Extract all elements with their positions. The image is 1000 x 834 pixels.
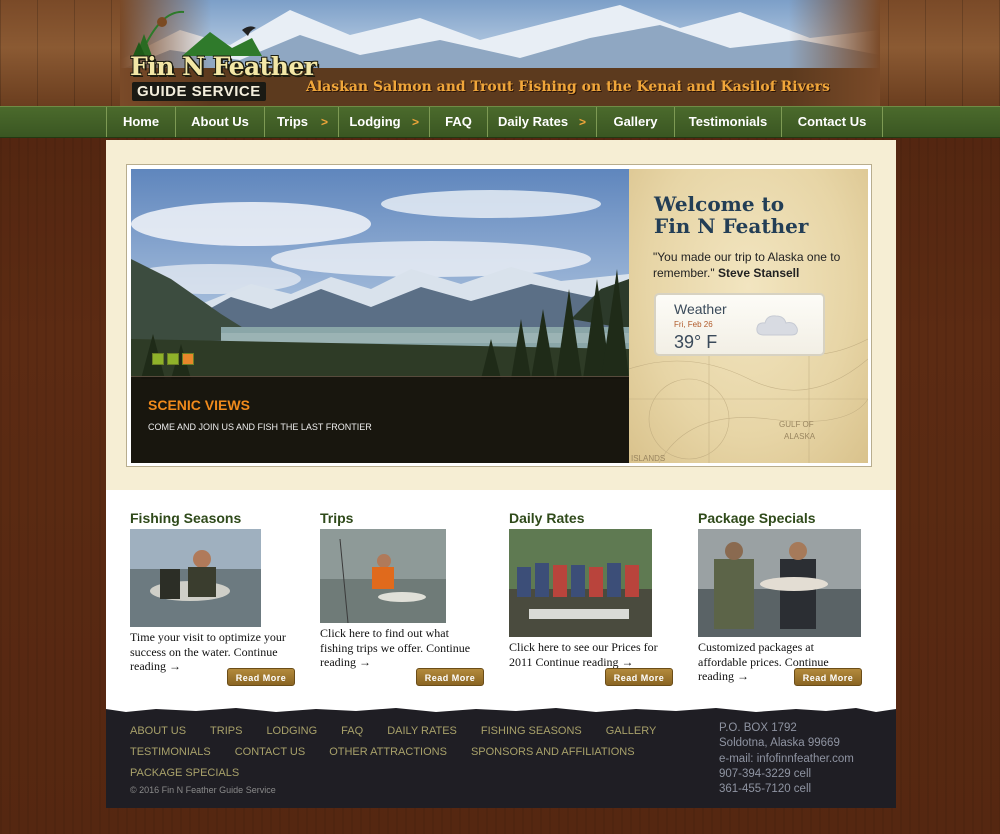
- nav-home[interactable]: Home: [107, 107, 176, 137]
- feature-title[interactable]: Trips: [320, 510, 485, 526]
- nav-lodging[interactable]: Lodging >: [339, 107, 430, 137]
- map-label-islands: ISLANDS: [631, 454, 665, 463]
- nav-testimonials[interactable]: Testimonials: [675, 107, 782, 137]
- feature-text: Click here to find out what fishing trip…: [320, 626, 471, 669]
- address-line: 907-394-3229 cell: [719, 767, 812, 780]
- feature-fishing-seasons: Fishing Seasons Time your visit to optim…: [130, 510, 295, 674]
- slider-dot-1[interactable]: [152, 353, 164, 365]
- feature-text: Time your visit to optimize your success…: [130, 630, 286, 673]
- slide-caption-title: SCENIC VIEWS: [148, 397, 250, 413]
- package-specials-photo[interactable]: [698, 529, 861, 637]
- nav-trips[interactable]: Trips >: [265, 107, 339, 137]
- address-line: Soldotna, Alaska 99669: [719, 737, 840, 750]
- map-label-gulf: GULF OF: [779, 420, 814, 429]
- welcome-title: Welcome to Fin N Feather: [654, 193, 808, 237]
- torn-paper-edge: [106, 706, 896, 712]
- nav-gallery[interactable]: Gallery: [597, 107, 675, 137]
- footer-link[interactable]: FISHING SEASONS: [481, 725, 582, 737]
- trips-photo[interactable]: [320, 529, 446, 623]
- footer-link[interactable]: GALLERY: [606, 725, 657, 737]
- nav-label: Contact Us: [797, 114, 867, 129]
- weather-temp: 39° F: [674, 332, 718, 352]
- cloud-icon: [756, 315, 798, 336]
- read-more-button-fishing-seasons[interactable]: Read More: [227, 668, 295, 686]
- nav-label: FAQ: [445, 114, 472, 129]
- slider-dot-2[interactable]: [167, 353, 179, 365]
- daily-rates-photo[interactable]: [509, 529, 652, 637]
- slider-dot-3[interactable]: [182, 353, 194, 365]
- nav-about-us[interactable]: About Us: [176, 107, 265, 137]
- nav-label: Testimonials: [688, 114, 768, 129]
- footer-links-row: TESTIMONIALS CONTACT US OTHER ATTRACTIONS S…: [130, 741, 690, 762]
- footer-links-row: PACKAGE SPECIALS: [130, 762, 690, 783]
- feature-package-specials: Package Specials Customized packages at …: [698, 510, 863, 684]
- submenu-arrow-icon: >: [411, 115, 419, 129]
- logo-subtitle: GUIDE SERVICE: [132, 82, 266, 101]
- footer-link[interactable]: TESTIMONIALS: [130, 746, 211, 758]
- footer-link[interactable]: ABOUT US: [130, 725, 186, 737]
- address-line: P.O. BOX 1792: [719, 722, 797, 734]
- site-header: Fin N Feather GUIDE SERVICE Alaskan Salm…: [0, 0, 1000, 106]
- main-nav-bar: Home About Us Trips > Lodging > FAQ Daily …: [0, 106, 1000, 138]
- slide-caption-subtitle: COME AND JOIN US AND FISH THE LAST FRONT…: [148, 422, 372, 432]
- read-more-button-trips[interactable]: Read More: [416, 668, 484, 686]
- nav-label: Trips: [276, 114, 309, 129]
- main-content: SCENIC VIEWS COME AND JOIN US AND FISH T…: [106, 140, 896, 708]
- site-logo[interactable]: Fin N Feather GUIDE SERVICE: [122, 8, 317, 103]
- nav-label: Lodging: [349, 114, 401, 129]
- slide-caption: SCENIC VIEWS COME AND JOIN US AND FISH T…: [131, 376, 629, 463]
- feature-daily-rates: Daily Rates Click here to see our Prices…: [509, 510, 674, 669]
- address-line: 361-455-7120 cell: [719, 783, 812, 796]
- footer-links: ABOUT US TRIPS LODGING FAQ DAILY RATES FISHIN…: [130, 720, 690, 783]
- footer-link[interactable]: PACKAGE SPECIALS: [130, 767, 239, 779]
- logo-title: Fin N Feather: [130, 52, 317, 81]
- footer-link[interactable]: LODGING: [266, 725, 317, 737]
- weather-title: Weather: [674, 301, 727, 317]
- nav-label: Home: [122, 114, 160, 129]
- footer-link[interactable]: TRIPS: [210, 725, 242, 737]
- feature-title[interactable]: Daily Rates: [509, 510, 674, 526]
- welcome-title-line2: Fin N Feather: [654, 214, 809, 238]
- weather-date: Fri, Feb 26: [674, 320, 713, 329]
- image-slider[interactable]: SCENIC VIEWS COME AND JOIN US AND FISH T…: [131, 169, 629, 463]
- read-more-button-package-specials[interactable]: Read More: [794, 668, 862, 686]
- slider-dots: [152, 353, 194, 365]
- footer-link[interactable]: CONTACT US: [235, 746, 306, 758]
- footer-links-row: ABOUT US TRIPS LODGING FAQ DAILY RATES FISHIN…: [130, 720, 690, 741]
- map-label-alaska: ALASKA: [784, 432, 816, 441]
- footer-link[interactable]: SPONSORS AND AFFILIATIONS: [471, 746, 635, 758]
- nav-label: About Us: [191, 114, 249, 129]
- welcome-title-line1: Welcome to: [654, 192, 785, 216]
- weather-widget[interactable]: Weather Fri, Feb 26 39° F: [654, 293, 825, 356]
- nav-daily-rates[interactable]: Daily Rates >: [488, 107, 597, 137]
- feature-text: Click here to see our Prices for 2011 Co…: [509, 640, 658, 669]
- feature-trips: Trips Click here to find out what fishin…: [320, 510, 485, 670]
- quote-author: Steve Stansell: [717, 266, 800, 280]
- submenu-arrow-icon: >: [578, 115, 586, 129]
- fishing-seasons-photo[interactable]: [130, 529, 261, 627]
- feature-title[interactable]: Fishing Seasons: [130, 510, 295, 526]
- hero-frame: SCENIC VIEWS COME AND JOIN US AND FISH T…: [126, 164, 872, 467]
- nav-label: Gallery: [613, 114, 658, 129]
- copyright: © 2016 Fin N Feather Guide Service: [130, 785, 276, 795]
- testimonial-quote: "You made our trip to Alaska one to reme…: [653, 249, 858, 281]
- site-footer: ABOUT US TRIPS LODGING FAQ DAILY RATES FISHIN…: [106, 706, 896, 808]
- footer-link[interactable]: FAQ: [341, 725, 363, 737]
- address-line: e-mail: infofinnfeather.com: [719, 752, 854, 765]
- footer-address: P.O. BOX 1792 Soldotna, Alaska 99669 e-mai…: [719, 721, 854, 797]
- nav-label: Daily Rates: [497, 114, 569, 129]
- read-more-button-daily-rates[interactable]: Read More: [605, 668, 673, 686]
- welcome-panel: GULF OF ALASKA ISLANDS Welcome to Fin N …: [629, 169, 868, 463]
- hero-section: SCENIC VIEWS COME AND JOIN US AND FISH T…: [106, 140, 896, 490]
- footer-link[interactable]: DAILY RATES: [387, 725, 457, 737]
- feature-title[interactable]: Package Specials: [698, 510, 863, 526]
- nav-contact-us[interactable]: Contact Us: [782, 107, 883, 137]
- main-nav: Home About Us Trips > Lodging > FAQ Daily …: [106, 107, 883, 137]
- site-tagline: Alaskan Salmon and Trout Fishing on the …: [306, 79, 830, 95]
- nav-faq[interactable]: FAQ: [430, 107, 488, 137]
- footer-link[interactable]: OTHER ATTRACTIONS: [329, 746, 447, 758]
- submenu-arrow-icon: >: [320, 115, 328, 129]
